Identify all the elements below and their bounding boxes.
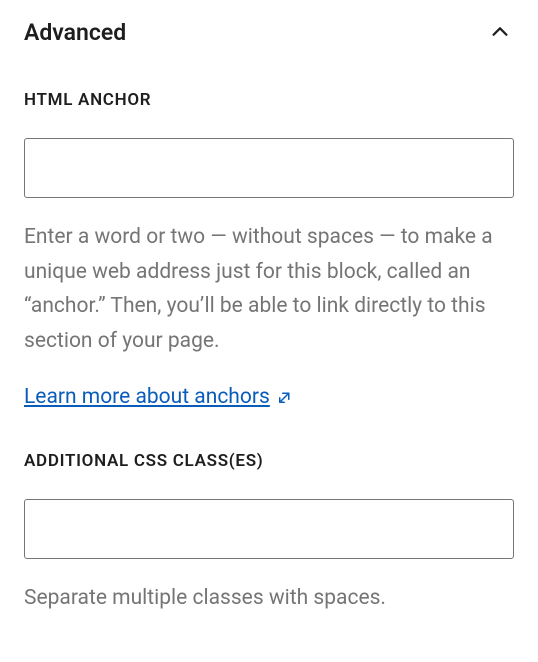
- css-classes-field-group: ADDITIONAL CSS CLASS(ES) Separate multip…: [24, 451, 514, 616]
- html-anchor-field-group: HTML ANCHOR Enter a word or two — withou…: [24, 90, 514, 409]
- html-anchor-input[interactable]: [24, 138, 514, 198]
- html-anchor-help: Enter a word or two — without spaces — t…: [24, 220, 514, 359]
- css-classes-input[interactable]: [24, 499, 514, 559]
- panel-title: Advanced: [24, 19, 126, 46]
- learn-more-link-row: Learn more about anchors: [24, 385, 514, 409]
- panel-header[interactable]: Advanced: [24, 18, 514, 46]
- css-classes-label: ADDITIONAL CSS CLASS(ES): [24, 451, 514, 471]
- html-anchor-label: HTML ANCHOR: [24, 90, 514, 110]
- css-classes-help: Separate multiple classes with spaces.: [24, 581, 514, 616]
- learn-more-anchors-link[interactable]: Learn more about anchors: [24, 385, 270, 409]
- external-link-icon: [276, 388, 294, 406]
- chevron-up-icon[interactable]: [486, 18, 514, 46]
